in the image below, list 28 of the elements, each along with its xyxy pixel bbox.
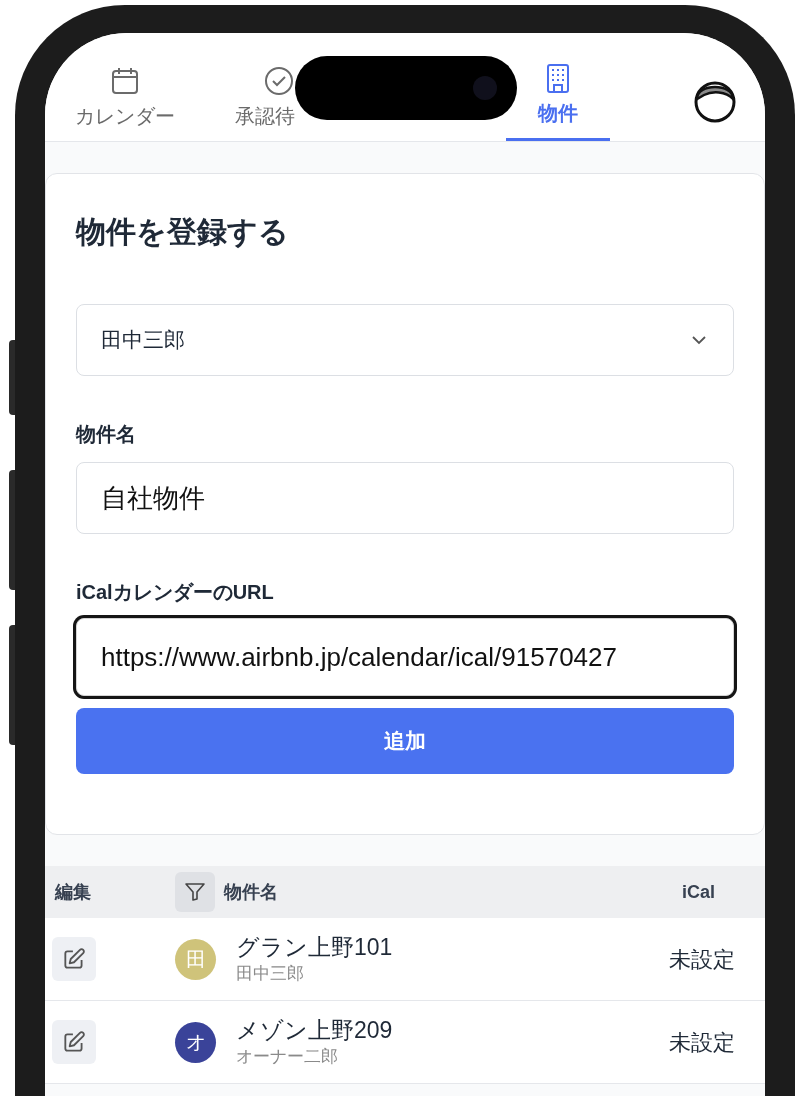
property-name: グラン上野101: [236, 933, 393, 962]
calendar-icon: [109, 65, 141, 97]
filter-button[interactable]: [175, 872, 215, 912]
owner-avatar: 田: [175, 938, 216, 980]
nav-tab[interactable]: カレンダー: [60, 65, 190, 141]
text-field[interactable]: https://www.airbnb.jp/calendar/ical/91570427: [76, 618, 734, 696]
owner-name: 田中三郎: [236, 963, 305, 985]
field-label: iCalカレンダーのURL: [76, 580, 275, 605]
column-header: 編集: [55, 880, 92, 904]
edit-button[interactable]: [52, 1020, 96, 1064]
field-label: 物件名: [76, 422, 137, 447]
edit-icon: [61, 946, 87, 972]
text-field[interactable]: 自社物件: [76, 462, 734, 534]
form-title: 物件を登録する: [76, 214, 290, 250]
check-circle-icon: [263, 65, 295, 97]
edit-button[interactable]: [52, 937, 96, 981]
nav-tab[interactable]: 承認待: [218, 65, 295, 141]
filter-icon: [183, 880, 207, 904]
edit-icon: [61, 1029, 87, 1055]
owner-name: オーナー二郎: [236, 1046, 339, 1068]
add-button[interactable]: 追加: [76, 708, 734, 774]
owner-select[interactable]: 田中三郎: [76, 304, 734, 376]
column-header: 物件名: [224, 880, 278, 904]
ical-status: 未設定: [669, 945, 735, 974]
ical-status: 未設定: [669, 1028, 735, 1057]
property-name: メゾン上野209: [236, 1016, 393, 1045]
owner-avatar: オ: [175, 1021, 216, 1063]
column-header: iCal: [682, 880, 715, 904]
